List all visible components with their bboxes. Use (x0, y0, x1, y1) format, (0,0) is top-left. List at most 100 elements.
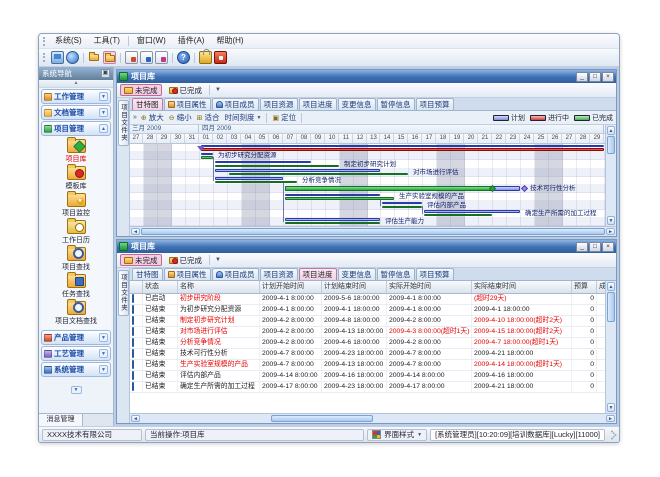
sidebar-item-project-doc-search[interactable]: 项目文档查找 (55, 301, 97, 326)
tab-6[interactable]: 暂停信息 (377, 268, 415, 280)
window-minimize-button[interactable]: _ (576, 242, 588, 252)
filter-button-finished[interactable]: 已完成 (165, 254, 207, 266)
sidebar-section-project[interactable]: 项目管理▲ (41, 121, 111, 136)
chevron-down-icon[interactable]: ▼ (99, 108, 108, 117)
menu-item[interactable]: 插件(A) (172, 34, 211, 48)
gantt-toolbar-overflow[interactable]: » (133, 114, 137, 121)
tab-project-folder[interactable]: 项目文件夹 (118, 270, 129, 316)
menu-item[interactable]: 工具(T) (88, 34, 126, 48)
sidebar-section-document[interactable]: 文档管理▼ (41, 105, 111, 120)
toolbar-overflow-button[interactable]: ▼ (213, 87, 223, 93)
report-view-icon[interactable] (155, 51, 168, 64)
tab-3[interactable]: 项目资源 (260, 98, 298, 110)
zoom-out-button[interactable]: ⊖缩小 (169, 112, 192, 123)
sidebar-header-menu-button[interactable]: ▣ (101, 69, 110, 78)
table-row[interactable]: 已结束确定生产所需的加工过程2009-4-17 8:00:002009-4-23… (130, 382, 605, 393)
gantt-done-bar[interactable] (229, 173, 409, 175)
menubar-grip[interactable] (43, 37, 46, 46)
gantt-summary-plan-bar[interactable] (201, 145, 605, 147)
tab-0[interactable]: 甘特图 (132, 268, 163, 280)
scrollbar-thumb[interactable] (141, 228, 605, 235)
sidebar-section-work[interactable]: 工作管理▼ (41, 89, 111, 104)
table-row[interactable]: 已结束对市场进行评估2009-4-2 8:00:002009-4-13 18:0… (130, 327, 605, 338)
window-close-button[interactable]: × (602, 242, 614, 252)
gantt-plan-bar[interactable] (215, 169, 381, 171)
gantt-done-bar[interactable] (201, 156, 214, 158)
lock-icon[interactable] (199, 51, 212, 64)
monitor-icon[interactable] (51, 51, 64, 64)
locate-button[interactable]: ▣定位 (272, 112, 296, 123)
column-header-状态[interactable]: 状态 (143, 281, 178, 293)
column-header-计划结束时间[interactable]: 计划结束时间 (322, 281, 387, 293)
globe-icon[interactable] (66, 51, 79, 64)
sidebar-item-task-search[interactable]: 任务查找 (62, 274, 90, 299)
gantt-plan-bar[interactable] (201, 153, 214, 155)
column-header-icon[interactable] (130, 281, 143, 293)
gantt-done-bar[interactable] (285, 197, 395, 199)
sidebar-item-project-monitor[interactable]: 项目监控 (62, 193, 90, 218)
sidebar-item-template-library[interactable]: 模板库 (66, 166, 87, 191)
resize-grip[interactable] (607, 430, 616, 439)
window-maximize-button[interactable]: □ (589, 242, 601, 252)
window-close-button[interactable]: × (602, 72, 614, 82)
table-row[interactable]: 已结束评估内部产品2009-4-14 8:00:002009-4-16 18:0… (130, 371, 605, 382)
table-row[interactable]: 已结束技术可行性分析2009-4-7 8:00:002009-4-23 18:0… (130, 349, 605, 360)
gantt-horizontal-scrollbar[interactable]: ◄ ► (130, 226, 616, 236)
table-row[interactable]: 已结束为初步研究分配资源2009-4-1 8:00:002009-4-1 18:… (130, 305, 605, 316)
report-edit-icon[interactable] (140, 51, 153, 64)
column-header-实际结束时间[interactable]: 实际结束时间 (472, 281, 572, 293)
gantt-plan-bar[interactable] (285, 194, 381, 196)
gantt-chart-body[interactable]: 为初步研究分配资源制定初步研究计划对市场进行评估分析竞争情况技术可行性分析生产实… (130, 144, 605, 226)
scrollbar-thumb[interactable] (607, 136, 615, 154)
chevron-down-icon[interactable]: ▼ (99, 365, 108, 374)
menu-item[interactable]: 窗口(W) (131, 34, 172, 48)
gantt-plan-bar[interactable] (424, 210, 521, 212)
sidebar-more-button[interactable]: ▼ (41, 378, 111, 387)
gantt-summary-progress-bar[interactable] (201, 148, 605, 152)
scroll-up-icon[interactable]: ▲ (607, 282, 615, 291)
timescale-button[interactable]: 时间刻度▼ (225, 112, 262, 123)
zoom-in-button[interactable]: ⊕放大 (141, 112, 164, 123)
tab-6[interactable]: 暂停信息 (377, 98, 415, 110)
tab-4[interactable]: 项目进度 (299, 268, 337, 280)
scrollbar-thumb[interactable] (607, 292, 615, 322)
scroll-down-icon[interactable]: ▼ (607, 403, 615, 412)
chevron-down-icon[interactable]: ▼ (99, 333, 108, 342)
table-panel-titlebar[interactable]: 项目库 _□× (117, 240, 616, 253)
toolbar-overflow-button[interactable]: ▼ (213, 257, 223, 263)
gantt-panel-titlebar[interactable]: 项目库 _□× (117, 70, 616, 83)
tab-7[interactable]: 项目预算 (416, 268, 454, 280)
column-header-实际开始时间[interactable]: 实际开始时间 (387, 281, 472, 293)
table-row[interactable]: 已结束生产实验室规模的产品2009-4-7 8:00:002009-4-13 1… (130, 360, 605, 371)
scroll-up-icon[interactable]: ▲ (607, 126, 615, 135)
chevron-up-icon[interactable]: ▲ (99, 124, 108, 133)
menu-item[interactable]: 系统(S) (49, 34, 88, 48)
tab-5[interactable]: 变更信息 (338, 98, 376, 110)
exit-icon[interactable] (214, 51, 227, 64)
table-row[interactable]: 已结束制定初步研究计划2009-4-2 8:00:002009-4-8 18:0… (130, 316, 605, 327)
sidebar-item-project-search[interactable]: 项目查找 (62, 247, 90, 272)
scroll-down-icon[interactable]: ▼ (607, 216, 615, 225)
gantt-done-bar[interactable] (215, 165, 340, 167)
tab-3[interactable]: 项目资源 (260, 268, 298, 280)
filter-button-finished[interactable]: 已完成 (165, 84, 207, 96)
table-vertical-scrollbar[interactable]: ▲ ▼ (605, 281, 616, 413)
folder-closed-icon[interactable] (88, 51, 101, 64)
table-row[interactable]: 已启动初步研究阶段2009-4-1 8:00:002009-5-6 18:00:… (130, 294, 605, 305)
filter-button-unfinished[interactable]: 未完成 (120, 84, 162, 96)
tab-7[interactable]: 项目预算 (416, 98, 454, 110)
column-header-预算[interactable]: 预算 (572, 281, 597, 293)
toolbar-grip[interactable] (43, 53, 46, 62)
interface-style-button[interactable]: 界面样式 ▼ (367, 429, 427, 441)
scroll-left-icon[interactable]: ◄ (131, 415, 140, 422)
table-row[interactable]: 已结束分析竞争情况2009-4-2 8:00:002009-4-6 18:00:… (130, 338, 605, 349)
gantt-done-bar[interactable] (285, 186, 493, 192)
tab-1[interactable]: 项目属性 (164, 268, 211, 280)
window-minimize-button[interactable]: _ (576, 72, 588, 82)
chevron-down-icon[interactable]: ▼ (99, 349, 108, 358)
menu-item[interactable]: 帮助(H) (210, 34, 249, 48)
column-header-名称[interactable]: 名称 (178, 281, 260, 293)
sidebar-collapse-button[interactable]: ▲ (39, 80, 113, 88)
sidebar-section-product[interactable]: 产品管理▼ (41, 330, 111, 345)
gantt-done-bar[interactable] (382, 206, 423, 208)
